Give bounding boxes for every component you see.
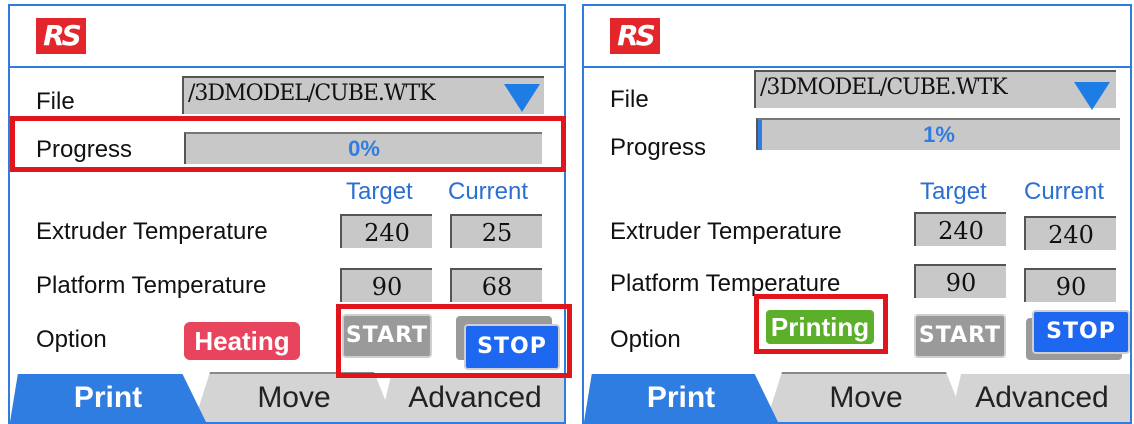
rs-logo: RS: [610, 18, 660, 54]
tab-advanced[interactable]: Advanced: [950, 374, 1130, 422]
progress-bar: 1%: [756, 118, 1120, 150]
extruder-target-value: 240: [340, 214, 432, 248]
extruder-current-value: 25: [450, 214, 542, 248]
dropdown-arrow-icon[interactable]: [1074, 82, 1110, 110]
platform-target-value: 90: [914, 264, 1006, 298]
tab-advanced[interactable]: Advanced: [380, 374, 564, 422]
target-header: Target: [920, 178, 987, 205]
extruder-temperature-label: Extruder Temperature: [610, 218, 842, 245]
file-select[interactable]: /3DMODEL/CUBE.WTK: [754, 70, 1116, 110]
file-select[interactable]: /3DMODEL/CUBE.WTK: [182, 76, 544, 114]
current-header: Current: [1024, 178, 1105, 205]
start-button[interactable]: START: [914, 314, 1006, 358]
file-label: File: [36, 88, 75, 115]
file-value: /3DMODEL/CUBE.WTK: [760, 75, 1008, 100]
file-label: File: [610, 86, 649, 113]
extruder-current-value: 240: [1024, 216, 1116, 250]
panel-header: RS: [584, 6, 1130, 68]
rs-logo: RS: [36, 18, 86, 54]
tab-bar: Advanced Move Print: [10, 372, 564, 422]
progress-text: 1%: [923, 122, 955, 147]
progress-label: Progress: [610, 134, 707, 161]
target-header: Target: [346, 178, 413, 205]
buttons-highlight-box: [336, 304, 572, 378]
tab-move[interactable]: Move: [766, 372, 966, 422]
printer-panel-printing: RS File /3DMODEL/CUBE.WTK Progress 1% Ta…: [582, 4, 1132, 424]
status-highlight-box: [754, 294, 888, 354]
tab-print[interactable]: Print: [10, 374, 206, 422]
platform-temperature-label: Platform Temperature: [36, 272, 267, 299]
platform-target-value: 90: [340, 268, 432, 302]
option-label: Option: [36, 326, 107, 353]
status-badge-heating: Heating: [184, 322, 300, 360]
file-value: /3DMODEL/CUBE.WTK: [188, 81, 436, 106]
tab-print[interactable]: Print: [584, 374, 778, 422]
option-label: Option: [610, 326, 681, 353]
platform-current-value: 68: [450, 268, 542, 302]
stop-button[interactable]: STOP: [1032, 310, 1130, 354]
dropdown-arrow-icon[interactable]: [504, 84, 540, 112]
extruder-target-value: 240: [914, 212, 1006, 246]
tab-move[interactable]: Move: [194, 372, 394, 422]
extruder-temperature-label: Extruder Temperature: [36, 218, 268, 245]
platform-current-value: 90: [1024, 268, 1116, 302]
progress-highlight-box: [10, 116, 566, 172]
current-header: Current: [448, 178, 529, 205]
panel-header: RS: [10, 6, 564, 68]
tab-bar: Advanced Move Print: [584, 372, 1130, 422]
